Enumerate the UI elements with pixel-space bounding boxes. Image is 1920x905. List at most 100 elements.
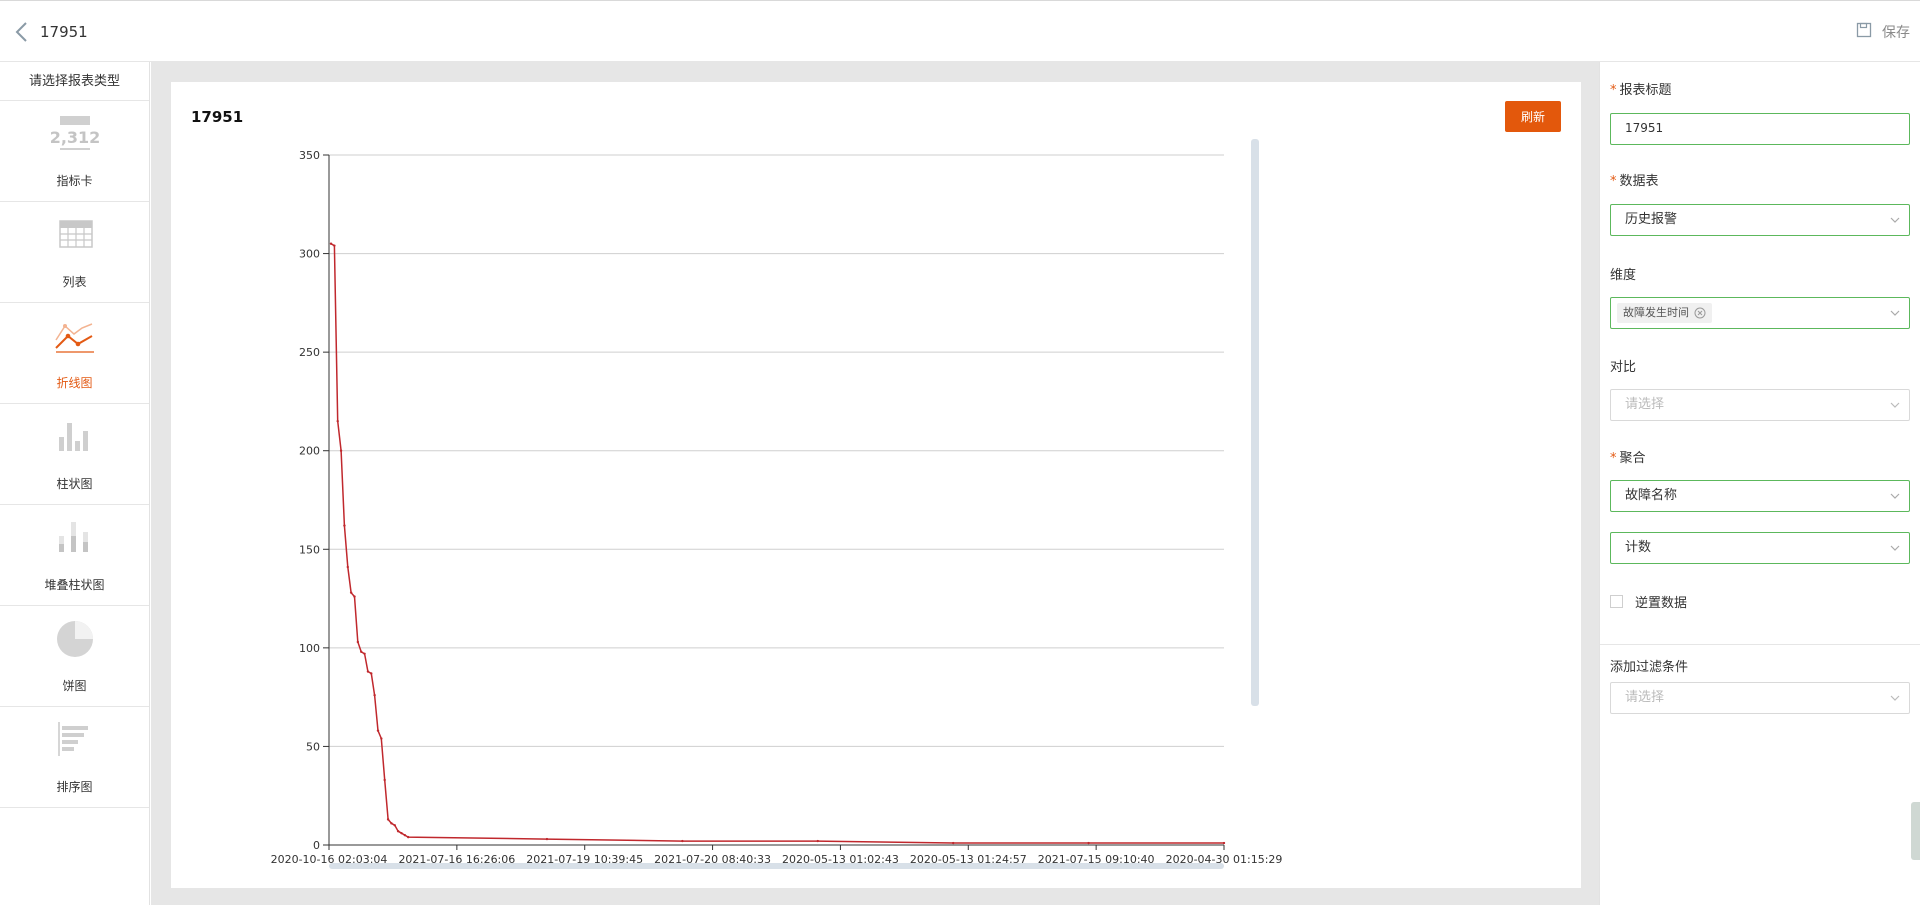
report-title-label: * 报表标题 (1610, 83, 1672, 98)
report-title-input[interactable] (1625, 121, 1895, 135)
data-table-value: 历史报警 (1625, 212, 1678, 227)
data-point (339, 449, 343, 452)
sidebar-item-label: 折线图 (56, 376, 93, 390)
aggregate-method-select[interactable]: 计数 (1610, 532, 1910, 564)
metric-card-icon-text: 2,312 (50, 128, 100, 147)
sidebar-item-label: 指标卡 (56, 174, 93, 188)
sidebar-item-metric-card[interactable]: 2,312 指标卡 (0, 101, 149, 202)
sidebar-title: 请选择报表类型 (0, 62, 149, 101)
data-point (396, 830, 400, 833)
data-point (333, 244, 336, 247)
pie-chart-icon (50, 615, 100, 665)
dimension-tag: 故障发生时间 (1617, 303, 1712, 323)
panel-scroll-handle[interactable] (1911, 802, 1920, 860)
data-point (816, 839, 819, 843)
filter-select[interactable]: 请选择 (1610, 682, 1910, 714)
y-tick-label: 200 (299, 445, 320, 458)
y-tick-label: 50 (306, 740, 320, 753)
y-zoom-slider (1251, 139, 1259, 706)
sidebar-item-table[interactable]: 列表 (0, 202, 149, 303)
data-point (380, 737, 383, 740)
data-table-select[interactable]: 历史报警 (1610, 204, 1910, 236)
back-arrow-icon[interactable] (12, 19, 32, 45)
data-point (406, 835, 410, 839)
y-tick-label: 150 (299, 543, 320, 556)
x-zoom-slider (329, 863, 1224, 869)
y-tick-label: 100 (299, 642, 320, 655)
save-label: 保存 (1882, 25, 1910, 41)
data-point (366, 670, 370, 673)
page-title: 17951 (40, 23, 88, 41)
aggregate-field-value: 故障名称 (1625, 488, 1678, 503)
data-point (386, 818, 390, 821)
compare-placeholder: 请选择 (1625, 397, 1665, 412)
aggregate-label: * 聚合 (1610, 451, 1646, 466)
data-point (376, 729, 380, 732)
data-point (356, 640, 360, 644)
required-mark: * (1610, 83, 1617, 98)
chevron-down-icon (1890, 493, 1900, 499)
data-point (403, 833, 407, 837)
data-point (373, 693, 376, 697)
divider (1600, 644, 1920, 645)
table-icon (50, 211, 100, 261)
filter-placeholder: 请选择 (1625, 690, 1665, 705)
save-button[interactable]: 保存 (1856, 21, 1910, 43)
y-tick-label: 350 (299, 149, 320, 162)
transpose-checkbox[interactable] (1610, 595, 1623, 608)
data-point (400, 831, 403, 835)
report-title-field[interactable] (1610, 113, 1910, 145)
series-line (330, 243, 1224, 844)
chart-card: 0 50 100 150 200 250 300 350 2020-10-16 02:03:04… (171, 82, 1581, 888)
dimension-select[interactable]: 故障发生时间 (1610, 297, 1910, 329)
data-point (329, 242, 333, 245)
sorted-bar-icon (50, 716, 100, 766)
data-point (363, 652, 366, 655)
chevron-down-icon (1890, 217, 1900, 223)
filter-label: 添加过滤条件 (1610, 660, 1689, 675)
data-point (343, 524, 346, 527)
refresh-button[interactable]: 刷新 (1505, 101, 1561, 132)
data-point (383, 778, 386, 782)
sidebar-item-sorted-bar[interactable]: 排序图 (0, 707, 149, 808)
sidebar-item-stacked-bar-chart[interactable]: 堆叠柱状图 (0, 505, 149, 606)
line-chart-icon (50, 312, 100, 362)
save-icon (1856, 22, 1872, 42)
chevron-down-icon (1890, 310, 1900, 316)
sidebar-item-bar-chart[interactable]: 柱状图 (0, 404, 149, 505)
chart-type-sidebar: 请选择报表类型 2,312 指标卡 列表 折线图 柱状图 堆叠柱状图 饼图 排序… (0, 62, 150, 905)
sidebar-item-label: 饼图 (62, 679, 87, 693)
sidebar-item-pie-chart[interactable]: 饼图 (0, 606, 149, 707)
transpose-toggle[interactable]: 逆置数据 (1610, 592, 1687, 611)
data-point (545, 837, 549, 841)
data-point (393, 824, 396, 827)
dimension-tag-label: 故障发生时间 (1623, 306, 1689, 319)
sidebar-item-label: 列表 (62, 275, 87, 289)
bar-chart-icon (50, 413, 100, 463)
data-point (1222, 841, 1226, 845)
chart-title: 17951 (191, 108, 244, 126)
data-table-label: * 数据表 (1610, 174, 1659, 189)
stacked-bar-chart-icon (50, 514, 100, 564)
compare-select[interactable]: 请选择 (1610, 389, 1910, 421)
data-point (360, 650, 363, 653)
dimension-label: 维度 (1610, 268, 1637, 283)
y-tick-label: 300 (299, 248, 320, 261)
data-point (1087, 841, 1090, 845)
sidebar-item-line-chart[interactable]: 折线图 (0, 303, 149, 404)
data-point (349, 591, 353, 594)
aggregate-method-value: 计数 (1625, 540, 1652, 555)
line-chart: 0501001502002503003502020-10-16 02:03:04… (271, 139, 1282, 869)
sidebar-item-label: 排序图 (56, 780, 93, 794)
top-bar: 17951 保存 (0, 0, 1920, 62)
compare-label: 对比 (1610, 360, 1637, 375)
data-point (353, 595, 356, 598)
config-panel: *报表标题 *数据表 历史报警 维度 故障发生时间 对比 请选择 *聚合 故障名… (1599, 62, 1920, 905)
remove-tag-icon[interactable] (1694, 307, 1706, 319)
required-mark: * (1610, 451, 1617, 466)
data-point (951, 841, 955, 845)
chevron-down-icon (1890, 545, 1900, 551)
sidebar-item-label: 柱状图 (56, 477, 93, 491)
chevron-down-icon (1890, 402, 1900, 408)
aggregate-field-select[interactable]: 故障名称 (1610, 480, 1910, 512)
